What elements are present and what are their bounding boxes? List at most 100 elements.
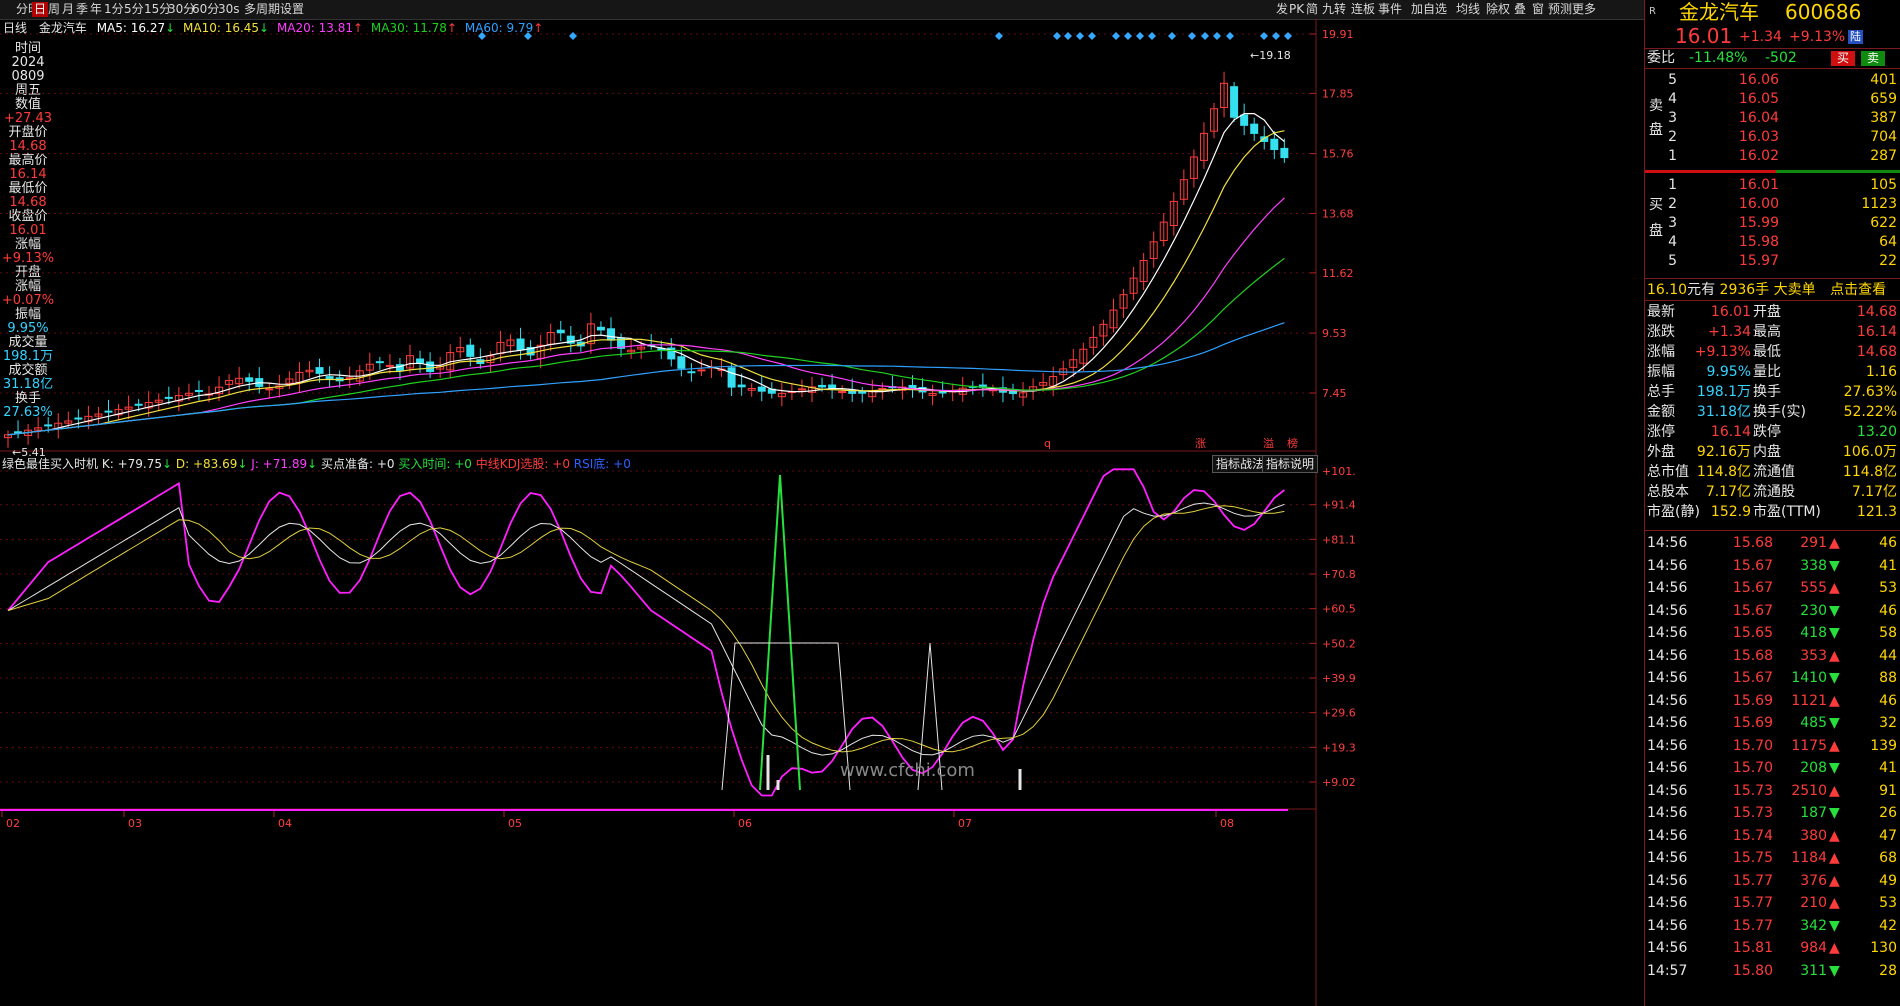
sell-button[interactable]: 卖 bbox=[1861, 51, 1885, 66]
tick-count: 32 bbox=[1879, 715, 1897, 731]
quote-label: 跌停 bbox=[1753, 424, 1781, 440]
x-axis-label: 06 bbox=[738, 817, 752, 830]
toolbar-right-btn-3[interactable]: 九转 bbox=[1320, 2, 1348, 17]
stock-tag: 陆 bbox=[1848, 30, 1863, 44]
tick-row: 14:56 15.73 187 ▼ 26 bbox=[1645, 802, 1900, 824]
buy-order-row[interactable]: 5 15.97 22 bbox=[1645, 251, 1900, 271]
buy-button[interactable]: 买 bbox=[1831, 51, 1855, 66]
big-order-link[interactable]: 点击查看 bbox=[1830, 282, 1886, 298]
tick-count: 46 bbox=[1879, 602, 1897, 619]
quote-table: 最新 16.01 开盘 14.68 涨跌 +1.34 最高 16.14 涨幅 +9.13% 最低 14… bbox=[1645, 302, 1900, 528]
sell-order-row[interactable]: 5 16.06 401 bbox=[1645, 70, 1900, 90]
buy-order-row[interactable]: 2 16.00 1123 bbox=[1645, 194, 1900, 214]
sell-price: 16.04 bbox=[1738, 110, 1779, 126]
toolbar-btn-11[interactable]: 30s bbox=[216, 2, 242, 17]
quote-label: 外盘 bbox=[1647, 444, 1675, 460]
candle-body bbox=[245, 377, 254, 382]
toolbar-right-btn-8[interactable]: 除权 bbox=[1484, 2, 1512, 17]
quote-row: 最新 16.01 开盘 14.68 bbox=[1645, 302, 1900, 322]
candle-body bbox=[1240, 114, 1249, 126]
buy-order-row[interactable]: 4 15.98 64 bbox=[1645, 232, 1900, 252]
quote-label: 最高 bbox=[1753, 324, 1781, 340]
toolbar-right-btn-9[interactable]: 叠 bbox=[1512, 2, 1528, 17]
tick-row: 14:56 15.68 353 ▲ 44 bbox=[1645, 645, 1900, 667]
signal-bar bbox=[1018, 769, 1022, 790]
buy-level: 4 bbox=[1668, 234, 1677, 250]
sell-order-row[interactable]: 4 16.05 659 bbox=[1645, 89, 1900, 109]
quote-label: 总市值 bbox=[1647, 464, 1689, 480]
toolbar-right-btn-5[interactable]: 事件 bbox=[1376, 2, 1404, 17]
tick-row: 14:56 15.77 210 ▲ 53 bbox=[1645, 892, 1900, 914]
indicator-title: 绿色最佳买入时机 bbox=[2, 457, 99, 471]
buy-order-row[interactable]: 1 16.01 105 bbox=[1645, 175, 1900, 195]
candle-body bbox=[265, 388, 274, 391]
quote-label: 换手(实) bbox=[1753, 404, 1806, 420]
toolbar-right-btn-4[interactable]: 连板 bbox=[1349, 2, 1377, 17]
quote-value: 31.18亿 bbox=[1696, 404, 1751, 420]
toolbar-right-btn-10[interactable]: 窗 bbox=[1530, 2, 1546, 17]
candle-body bbox=[1270, 138, 1279, 151]
quote-row: 金额 31.18亿 换手(实) 52.22% bbox=[1645, 402, 1900, 422]
big-order-text: 大卖单 bbox=[1773, 282, 1816, 298]
tick-row: 14:56 15.67 230 ▼ 46 bbox=[1645, 600, 1900, 622]
toolbar-right-btn-2[interactable]: 简 bbox=[1304, 2, 1320, 17]
tick-count: 49 bbox=[1879, 872, 1897, 889]
sell-order-row[interactable]: 3 16.04 387 bbox=[1645, 108, 1900, 128]
candle-body bbox=[164, 396, 173, 399]
tick-volume: 418 bbox=[1800, 625, 1827, 641]
candle-body bbox=[104, 410, 113, 413]
candle-body bbox=[838, 391, 847, 394]
candle-body bbox=[44, 424, 53, 427]
tick-volume: 1184 bbox=[1791, 850, 1827, 866]
buy-level: 3 bbox=[1668, 215, 1677, 231]
period-toolbar: 分时日周月季年 1分 5分 15分 30分 60分 30s 多周期 设置发 PK 简九转 连板 事件 加自… bbox=[0, 0, 1900, 20]
arrow-up-icon: ▲ bbox=[1829, 647, 1840, 664]
toolbar-right-btn-7[interactable]: 均线 bbox=[1454, 2, 1482, 17]
quote-value: 52.22% bbox=[1843, 404, 1897, 420]
tick-price: 15.80 bbox=[1732, 962, 1773, 979]
indicator-j-line bbox=[7, 468, 1285, 797]
indicator-help-button[interactable]: 指标说明 bbox=[1262, 455, 1319, 473]
arrow-down-icon: ▼ bbox=[1829, 602, 1840, 619]
indicator-strategy-button[interactable]: 指标战法 bbox=[1212, 455, 1269, 473]
quote-label: 流通值 bbox=[1753, 464, 1795, 480]
tick-list[interactable]: 14:56 15.68 291 ▲ 46 14:56 15.67 338 ▼ 41 14:56 15.… bbox=[1645, 532, 1900, 1006]
tick-time: 14:56 bbox=[1647, 625, 1688, 641]
tick-time: 14:56 bbox=[1647, 580, 1688, 596]
big-order-row[interactable]: 16.10元有 2936手 大卖单 点击查看 bbox=[1647, 280, 1886, 300]
buy-price: 16.01 bbox=[1738, 177, 1779, 193]
tick-row: 14:56 15.69 485 ▼ 32 bbox=[1645, 712, 1900, 734]
toolbar-right-btn-6[interactable]: 加自选 bbox=[1409, 2, 1449, 17]
toolbar-btn-12[interactable]: 多周期 bbox=[242, 2, 282, 17]
tick-count: 68 bbox=[1879, 850, 1897, 866]
indicator-d: D: +83.69 bbox=[175, 457, 238, 471]
kline-chart[interactable]: 19.9117.8515.7613.6811.629.537.45+101.5+… bbox=[0, 19, 1356, 1006]
quote-label: 金额 bbox=[1647, 404, 1675, 420]
candle-body bbox=[1230, 86, 1239, 118]
big-order-price: 16.10 bbox=[1647, 282, 1688, 298]
tick-volume: 353 bbox=[1800, 647, 1827, 664]
tick-count: 42 bbox=[1879, 917, 1897, 934]
high-annotation: ←19.18 bbox=[1250, 49, 1291, 62]
tick-volume: 311 bbox=[1800, 962, 1827, 979]
sell-order-row[interactable]: 2 16.03 704 bbox=[1645, 127, 1900, 147]
signal-diamond bbox=[1284, 32, 1292, 40]
weibi-label: 委比 bbox=[1647, 50, 1675, 66]
tick-row: 14:56 15.74 380 ▲ 47 bbox=[1645, 825, 1900, 847]
tick-row: 14:56 15.75 1184 ▲ 68 bbox=[1645, 847, 1900, 869]
arrow-up-icon: ▲ bbox=[1829, 580, 1840, 596]
candle-body bbox=[74, 417, 83, 420]
tick-count: 46 bbox=[1879, 692, 1897, 709]
tick-volume: 210 bbox=[1800, 895, 1827, 911]
tick-price: 15.67 bbox=[1732, 580, 1773, 596]
buy-order-row[interactable]: 3 15.99 622 bbox=[1645, 213, 1900, 233]
quote-row: 总股本 7.17亿 流通股 7.17亿 bbox=[1645, 482, 1900, 502]
tick-price: 15.65 bbox=[1732, 625, 1773, 641]
x-axis-label: 07 bbox=[958, 817, 972, 830]
tick-volume: 485 bbox=[1800, 715, 1827, 731]
sell-order-row[interactable]: 1 16.02 287 bbox=[1645, 146, 1900, 166]
quote-value: +1.34 bbox=[1708, 324, 1751, 340]
toolbar-right-btn-12[interactable]: 更多 bbox=[1570, 2, 1598, 17]
tick-row: 14:56 15.69 1121 ▲ 46 bbox=[1645, 690, 1900, 712]
toolbar-btn-13[interactable]: 设置 bbox=[278, 2, 306, 17]
